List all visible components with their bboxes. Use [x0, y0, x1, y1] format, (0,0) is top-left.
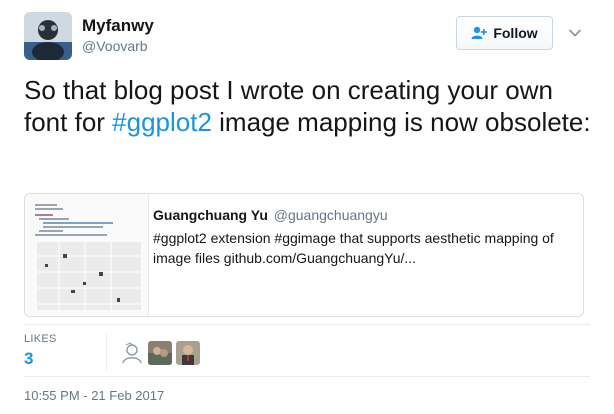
author-display-name[interactable]: Myfanwy	[82, 16, 154, 36]
likes-count[interactable]: 3	[24, 349, 33, 369]
tweet-text-after: image mapping is now obsolete:	[211, 107, 591, 137]
vertical-divider	[106, 334, 107, 370]
tweet-timestamp[interactable]: 10:55 PM - 21 Feb 2017	[24, 388, 164, 403]
divider	[24, 324, 590, 325]
add-user-icon	[471, 26, 488, 39]
card-author: Guangchuang Yu @guangchuangyu	[153, 207, 388, 223]
likes-label: LIKES	[24, 333, 57, 345]
liker-avatar[interactable]	[120, 341, 144, 365]
chevron-down-icon[interactable]	[568, 26, 582, 40]
follow-button[interactable]: Follow	[456, 16, 553, 50]
divider	[24, 376, 590, 377]
hashtag-link[interactable]: #ggplot2	[112, 107, 212, 137]
card-author-handle: @guangchuangyu	[273, 207, 388, 223]
follow-button-label: Follow	[493, 25, 538, 41]
liker-avatar[interactable]	[148, 341, 172, 365]
tweet-text: So that blog post I wrote on creating yo…	[24, 74, 594, 138]
author-avatar[interactable]	[24, 12, 72, 60]
card-thumbnail	[25, 194, 149, 316]
author-handle[interactable]: @Voovarb	[82, 38, 148, 54]
quoted-tweet-card[interactable]: Guangchuang Yu @guangchuangyu #ggplot2 e…	[24, 193, 584, 317]
card-author-name: Guangchuang Yu	[153, 207, 268, 223]
liker-avatar[interactable]	[176, 341, 200, 365]
card-text: #ggplot2 extension #ggimage that support…	[153, 230, 554, 266]
